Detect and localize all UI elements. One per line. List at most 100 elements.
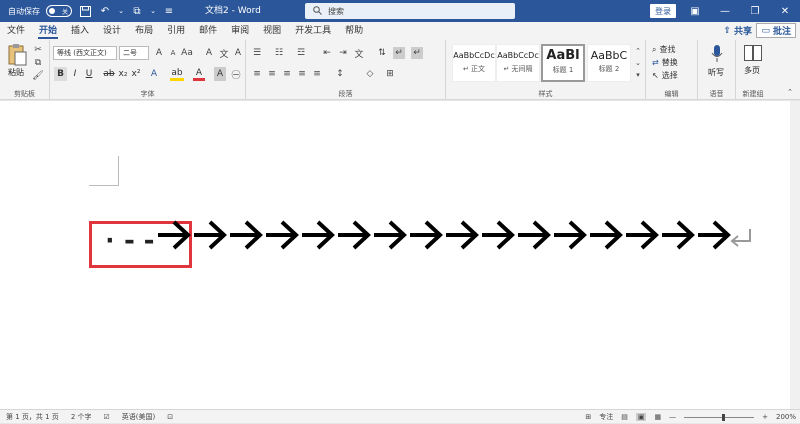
font-name-select[interactable]: 等线 (西文正文): [53, 46, 117, 60]
tab-layout[interactable]: 布局: [128, 22, 160, 40]
styles-scroll-up-icon[interactable]: ⌃: [632, 45, 644, 57]
undo-dropdown-icon[interactable]: ⌄: [118, 4, 124, 18]
multilevel-list-icon[interactable]: ☲: [295, 47, 307, 59]
comment-button[interactable]: ▭ 批注: [756, 23, 796, 38]
read-mode-icon[interactable]: ▤: [621, 413, 628, 421]
zoom-slider-thumb[interactable]: [722, 413, 726, 421]
tab-references[interactable]: 引用: [160, 22, 192, 40]
zoom-out-icon[interactable]: —: [669, 413, 676, 421]
focus-label[interactable]: 专注: [599, 412, 613, 422]
align-center-icon[interactable]: ≡: [266, 68, 278, 80]
shading-icon[interactable]: ◇: [364, 68, 376, 80]
redo-dropdown-icon[interactable]: ⌄: [150, 4, 156, 18]
format-painter-icon[interactable]: 🖌: [32, 70, 44, 82]
vertical-scrollbar[interactable]: [790, 101, 800, 409]
line-spacing-icon[interactable]: ↕: [334, 68, 346, 80]
language[interactable]: 英语(美国): [122, 412, 155, 422]
clipboard-group: 粘贴 ✂ ⧉ 🖌 剪贴板: [0, 40, 50, 100]
word-count[interactable]: 2 个字: [71, 412, 92, 422]
microphone-icon[interactable]: [711, 45, 723, 66]
tab-mailings[interactable]: 邮件: [192, 22, 224, 40]
tab-help[interactable]: 帮助: [338, 22, 370, 40]
chinese-layout-icon[interactable]: 文: [353, 47, 365, 60]
font-size-select[interactable]: 二号: [119, 46, 149, 60]
style-no-spacing[interactable]: AaBbCcDc ↵ 无间隔: [496, 44, 540, 82]
subscript-icon[interactable]: x₂: [117, 67, 129, 81]
search-box[interactable]: 搜索: [305, 3, 515, 19]
select-button[interactable]: ↖ 选择: [652, 70, 678, 81]
italic-button[interactable]: I: [69, 67, 81, 81]
char-border-icon[interactable]: A: [232, 47, 244, 59]
numbering-icon[interactable]: ☷: [273, 47, 285, 59]
grow-font-icon[interactable]: A: [153, 47, 165, 59]
multipage-icon[interactable]: [744, 45, 762, 64]
tab-file[interactable]: 文件: [0, 22, 32, 40]
customize-toolbar-icon[interactable]: ≡: [162, 4, 176, 18]
tab-home[interactable]: 开始: [32, 22, 64, 40]
replace-button[interactable]: ⇄ 替换: [652, 57, 678, 68]
distributed-icon[interactable]: ≡: [311, 68, 323, 80]
bullets-icon[interactable]: ☰: [251, 47, 263, 59]
autosave-toggle[interactable]: 关: [46, 5, 72, 17]
phonetic-guide-icon[interactable]: 文: [218, 47, 230, 60]
east-asian-marks-icon[interactable]: ↵: [411, 47, 423, 59]
strikethrough-icon[interactable]: ab: [103, 67, 115, 81]
bold-button[interactable]: B: [54, 67, 67, 81]
undo-icon[interactable]: ↶: [98, 4, 112, 18]
tab-review[interactable]: 审阅: [224, 22, 256, 40]
zoom-in-icon[interactable]: +: [762, 413, 768, 421]
underline-button[interactable]: U: [83, 67, 95, 81]
copy-icon[interactable]: ⧉: [32, 57, 44, 69]
document-page[interactable]: ·--: [0, 101, 790, 409]
style-heading-2[interactable]: AaBbC 标题 2: [587, 44, 631, 82]
proofing-icon[interactable]: ☑: [104, 413, 110, 421]
tab-view[interactable]: 视图: [256, 22, 288, 40]
char-shading-icon[interactable]: A: [214, 67, 226, 81]
tab-insert[interactable]: 插入: [64, 22, 96, 40]
redo-icon[interactable]: ⧉: [130, 4, 144, 18]
print-layout-icon[interactable]: ▣: [635, 413, 647, 421]
minimize-icon[interactable]: —: [710, 0, 740, 22]
styles-more-icon[interactable]: ▾: [632, 69, 644, 81]
save-icon[interactable]: [78, 4, 92, 18]
sort-icon[interactable]: ⇅: [376, 47, 388, 59]
highlight-color-icon[interactable]: ab: [170, 67, 184, 81]
multipage-label[interactable]: 多页: [744, 65, 760, 76]
page-count[interactable]: 第 1 页，共 1 页: [6, 412, 59, 422]
web-layout-icon[interactable]: ▦: [654, 413, 661, 421]
ribbon-display-icon[interactable]: ▣: [680, 0, 710, 22]
borders-icon[interactable]: ⊞: [384, 68, 396, 80]
share-button[interactable]: ⇪ 共享: [723, 24, 752, 38]
change-case-icon[interactable]: Aa: [181, 47, 193, 59]
close-icon[interactable]: ✕: [770, 0, 800, 22]
accessibility-icon[interactable]: ⊡: [167, 413, 173, 421]
enclose-char-icon[interactable]: ㊀: [230, 67, 242, 81]
zoom-slider[interactable]: [684, 413, 755, 421]
style-normal[interactable]: AaBbCcDc ↵ 正文: [452, 44, 496, 82]
font-color-icon[interactable]: A: [193, 67, 205, 81]
focus-icon[interactable]: ⊞: [585, 413, 591, 421]
restore-icon[interactable]: ❐: [740, 0, 770, 22]
tab-developer[interactable]: 开发工具: [288, 22, 338, 40]
show-marks-icon[interactable]: ↵: [393, 47, 405, 59]
styles-scroll-down-icon[interactable]: ⌄: [632, 57, 644, 69]
search-placeholder: 搜索: [328, 6, 344, 16]
align-right-icon[interactable]: ≡: [281, 68, 293, 80]
superscript-icon[interactable]: x²: [130, 67, 142, 81]
increase-indent-icon[interactable]: ⇥: [337, 47, 349, 59]
clear-format-icon[interactable]: A: [203, 47, 215, 59]
cut-icon[interactable]: ✂: [32, 44, 44, 56]
tab-design[interactable]: 设计: [96, 22, 128, 40]
shrink-font-icon[interactable]: A: [167, 47, 179, 59]
align-left-icon[interactable]: ≡: [251, 68, 263, 80]
zoom-level[interactable]: 200%: [776, 413, 796, 421]
paste-icon[interactable]: [6, 43, 28, 69]
justify-icon[interactable]: ≡: [296, 68, 308, 80]
dictate-label[interactable]: 听写: [708, 67, 724, 78]
text-effects-icon[interactable]: A: [147, 67, 161, 81]
collapse-ribbon-icon[interactable]: ⌃: [784, 86, 796, 98]
style-heading-1[interactable]: AaBl 标题 1: [541, 44, 585, 82]
login-button[interactable]: 登录: [650, 4, 676, 18]
find-button[interactable]: ⌕ 查找: [652, 44, 675, 55]
decrease-indent-icon[interactable]: ⇤: [321, 47, 333, 59]
